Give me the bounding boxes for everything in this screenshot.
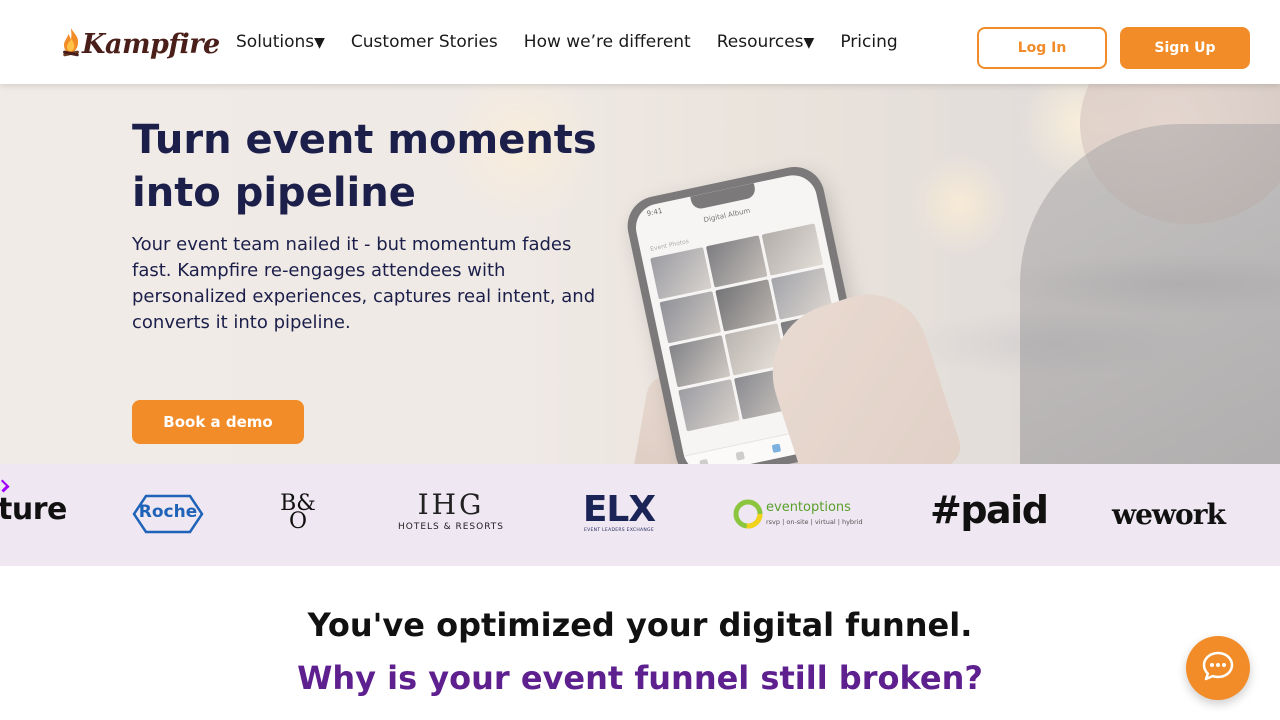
flame-icon bbox=[60, 26, 82, 60]
logo-bo-bottom: O bbox=[288, 509, 308, 534]
logo-roche-text: Roche bbox=[138, 502, 198, 522]
nav-solutions-label: Solutions bbox=[236, 32, 315, 52]
logo-elx-subtext: EVENT LEADERS EXCHANGE bbox=[584, 528, 654, 533]
logo-eventoptions-subtext: rsvp | on-site | virtual | hybrid bbox=[766, 518, 863, 526]
logo-ihg-subtext: HOTELS & RESORTS bbox=[397, 522, 505, 532]
caret-down-icon: ▼ bbox=[314, 35, 325, 51]
main-nav: Solutions▼ Customer Stories How we’re di… bbox=[236, 32, 924, 52]
logo-ihg: IHG HOTELS & RESORTS bbox=[395, 488, 507, 533]
logo-elx-text: ELX bbox=[582, 489, 656, 530]
logo-bang-olufsen: B& O bbox=[278, 492, 318, 534]
hero-description: Your event team nailed it - but momentum… bbox=[132, 234, 596, 333]
chat-widget-button[interactable] bbox=[1186, 636, 1250, 700]
logo-wordmark: Kampfire bbox=[82, 29, 220, 60]
logo-accenture: ture bbox=[0, 479, 67, 527]
book-demo-button[interactable]: Book a demo bbox=[132, 400, 304, 444]
logo-eventoptions: eventoptions rsvp | on-site | virtual | … bbox=[732, 496, 863, 532]
signup-button[interactable]: Sign Up bbox=[1120, 27, 1250, 69]
logo-eventoptions-text: eventoptions bbox=[766, 500, 851, 515]
login-button[interactable]: Log In bbox=[977, 27, 1107, 69]
logo-ihg-text: IHG bbox=[417, 488, 485, 521]
chat-bubble-icon bbox=[1200, 648, 1236, 688]
site-header: Kampfire Solutions▼ Customer Stories How… bbox=[0, 0, 1280, 84]
kampfire-logo[interactable]: Kampfire bbox=[60, 16, 220, 60]
nav-how-different[interactable]: How we’re different bbox=[524, 32, 691, 52]
nav-pricing[interactable]: Pricing bbox=[840, 32, 897, 52]
nav-resources[interactable]: Resources▼ bbox=[717, 32, 815, 52]
nav-customer-stories[interactable]: Customer Stories bbox=[351, 32, 498, 52]
nav-solutions[interactable]: Solutions▼ bbox=[236, 32, 325, 52]
logo-wework: wework bbox=[1112, 498, 1226, 531]
logo-accenture-text: ture bbox=[0, 492, 67, 527]
logo-elx: ELX EVENT LEADERS EXCHANGE bbox=[582, 489, 656, 534]
section-title: You've optimized your digital funnel. bbox=[307, 606, 973, 644]
section-subtitle: Why is your event funnel still broken? bbox=[297, 659, 983, 697]
nav-resources-label: Resources bbox=[716, 32, 804, 52]
caret-down-icon: ▼ bbox=[803, 35, 815, 51]
hero-title: Turn event moments into pipeline bbox=[132, 117, 597, 216]
logo-roche: Roche bbox=[132, 494, 204, 534]
logo-paid: #paid bbox=[930, 488, 1049, 532]
customer-logo-strip: ture Roche B& O IHG HOTELS & RESORTS ELX… bbox=[0, 464, 1280, 566]
accenture-chevron-icon bbox=[0, 479, 10, 493]
